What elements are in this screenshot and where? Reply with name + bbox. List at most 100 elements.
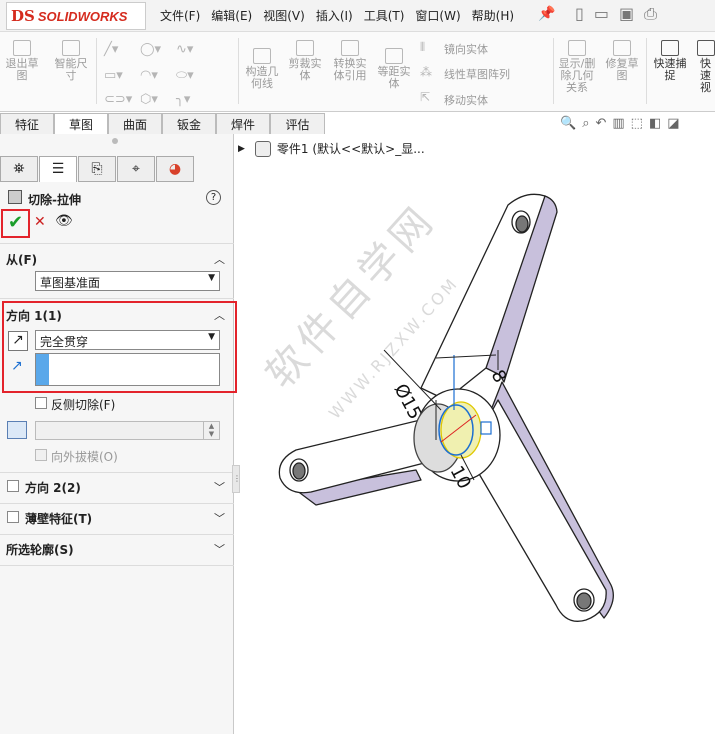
circle-tool-icon[interactable]: ◯▾ <box>140 42 161 57</box>
direction1-section-header[interactable]: 方向 1(1) <box>6 307 62 324</box>
quick-snaps-button[interactable]: 快速捕捉 <box>650 40 690 82</box>
spin-buttons[interactable]: ▲ ▼ <box>203 422 219 439</box>
polygon-tool-icon[interactable]: ⬡▾ <box>140 92 158 107</box>
tab-evaluate[interactable]: 评估 <box>270 113 325 134</box>
open-folder-icon[interactable]: ▭ <box>594 4 609 24</box>
display-style-icon[interactable]: ◧ <box>649 116 661 131</box>
quick-snaps-icon <box>661 40 679 56</box>
save-icon[interactable]: ▣ <box>619 4 634 24</box>
show-relations-button[interactable]: 显示/删除几何关系 <box>556 40 598 94</box>
line-tool-icon[interactable]: ╱▾ <box>104 42 118 57</box>
section-view-icon[interactable]: ▥ <box>612 116 624 131</box>
trim-entities-icon <box>296 40 314 56</box>
linear-pattern-button[interactable]: 线性草图阵列 <box>444 66 510 82</box>
expand-caret-icon[interactable]: ﹀ <box>214 541 225 557</box>
feature-manager-tab[interactable]: ⛯ <box>0 156 38 182</box>
cut-extrude-icon <box>8 190 22 204</box>
ribbon-separator <box>238 38 239 104</box>
offset-entities-button[interactable]: 等距实体 <box>374 48 414 90</box>
spline-tool-icon[interactable]: ∿▾ <box>176 42 193 57</box>
help-icon[interactable]: ? <box>206 190 221 205</box>
convert-entities-button[interactable]: 转换实体引用 <box>330 40 370 82</box>
exit-sketch-button[interactable]: 退出草图 <box>4 40 40 82</box>
draft-outward-label: 向外拔模(O) <box>51 450 118 464</box>
cancel-button[interactable]: ✕ <box>34 214 46 230</box>
tab-surfaces[interactable]: 曲面 <box>108 113 162 134</box>
collapse-caret-icon[interactable]: ︿ <box>214 307 225 323</box>
direction2-checkbox[interactable] <box>7 480 19 492</box>
tab-sketch[interactable]: 草图 <box>54 113 108 134</box>
tab-features[interactable]: 特征 <box>0 113 54 134</box>
rectangle-tool-icon[interactable]: ▭▾ <box>104 68 123 83</box>
configuration-manager-tab[interactable]: ⎘ <box>78 156 116 182</box>
print-icon[interactable]: ⎙ <box>644 4 657 24</box>
hide-show-icon[interactable]: ◪ <box>667 116 679 131</box>
menu-view[interactable]: 视图(V) <box>263 7 305 24</box>
expand-arrow-icon[interactable]: ▶ <box>238 144 245 154</box>
trim-entities-button[interactable]: 剪裁实体 <box>285 40 325 82</box>
previous-view-icon[interactable]: ↶ <box>595 116 606 131</box>
direction2-section-header[interactable]: 方向 2(2) <box>25 479 81 496</box>
selected-contours-section-header[interactable]: 所选轮廓(S) <box>6 541 74 558</box>
model-viewport[interactable]: Ø15 8 10 <box>236 160 715 734</box>
ribbon-separator <box>553 38 554 104</box>
display-manager-tab[interactable]: ◕ <box>156 156 194 182</box>
menu-edit[interactable]: 编辑(E) <box>211 7 252 24</box>
end-condition-select[interactable]: 完全贯穿 ▼ <box>35 330 220 350</box>
divider <box>0 472 234 473</box>
new-document-icon[interactable]: ▯ <box>575 4 584 24</box>
reverse-direction-button[interactable]: ↗ <box>8 331 28 351</box>
solidworks-logo[interactable]: DS SOLIDWORKS <box>6 2 146 30</box>
view-orientation-icon[interactable]: ⬚ <box>631 116 643 131</box>
panel-grip-dot[interactable] <box>112 138 118 144</box>
mirror-entities-button[interactable]: 镜向实体 <box>444 41 488 57</box>
zoom-area-icon[interactable]: ⌕ <box>582 116 589 131</box>
pin-icon[interactable]: 📌 <box>538 6 555 22</box>
dimxpert-manager-tab[interactable]: ⌖ <box>117 156 155 182</box>
repair-sketch-button[interactable]: 修复草图 <box>602 40 642 82</box>
offset-entities-icon <box>385 48 403 64</box>
menu-bar: 文件(F) 编辑(E) 视图(V) 插入(I) 工具(T) 窗口(W) 帮助(H… <box>160 7 525 24</box>
menu-insert[interactable]: 插入(I) <box>316 7 353 24</box>
convert-entities-icon <box>341 40 359 56</box>
part-name[interactable]: 零件1 (默认<<默认>_显... <box>277 140 425 157</box>
property-manager-tab[interactable]: ☰ <box>39 156 77 182</box>
manager-tabs: ⛯ ☰ ⎘ ⌖ ◕ <box>0 156 234 182</box>
draft-outward-checkbox[interactable] <box>35 449 47 461</box>
command-manager-tabs: 特征 草图 曲面 钣金 焊件 评估 <box>0 113 325 134</box>
thin-feature-section-header[interactable]: 薄壁特征(T) <box>25 510 92 527</box>
expand-caret-icon[interactable]: ﹀ <box>214 510 225 526</box>
tab-sheet-metal[interactable]: 钣金 <box>162 113 216 134</box>
construction-geometry-button[interactable]: 构造几何线 <box>242 48 282 90</box>
from-start-condition-select[interactable]: 草图基准面 ▼ <box>35 271 220 291</box>
rapid-view-icon <box>696 40 715 56</box>
zoom-to-fit-icon[interactable]: 🔍 <box>560 116 576 131</box>
collapse-caret-icon[interactable]: ︿ <box>214 251 225 267</box>
thin-feature-checkbox[interactable] <box>7 511 19 523</box>
slot-tool-icon[interactable]: ⊂⊃▾ <box>104 92 132 107</box>
three-arm-part[interactable] <box>278 193 614 622</box>
configuration-icon: ⎘ <box>91 161 103 177</box>
menu-file[interactable]: 文件(F) <box>160 7 200 24</box>
from-section-header[interactable]: 从(F) <box>6 251 37 268</box>
ok-button[interactable]: ✔ <box>1 209 30 238</box>
draft-icon[interactable] <box>7 421 27 439</box>
expand-caret-icon[interactable]: ﹀ <box>214 479 225 495</box>
detailed-preview-button[interactable]: 👁 <box>55 213 73 229</box>
arc-tool-icon[interactable]: ◠▾ <box>140 68 158 83</box>
fillet-tool-icon[interactable]: ╮▾ <box>176 92 190 107</box>
ellipse-tool-icon[interactable]: ⬭▾ <box>176 68 194 83</box>
menu-window[interactable]: 窗口(W) <box>415 7 460 24</box>
flip-side-to-cut-checkbox[interactable] <box>35 397 47 409</box>
rapid-view-button[interactable]: 快速视 <box>696 40 715 94</box>
property-list-icon: ☰ <box>51 161 65 177</box>
smart-dimension-button[interactable]: 智能尺寸 <box>50 40 92 82</box>
draft-angle-field[interactable]: ▲ ▼ <box>35 421 220 440</box>
logo-text: SOLIDWORKS <box>37 8 128 24</box>
move-entities-button[interactable]: 移动实体 <box>444 92 488 108</box>
menu-tools[interactable]: 工具(T) <box>364 7 405 24</box>
menu-help[interactable]: 帮助(H) <box>472 7 514 24</box>
direction-vector-selection-box[interactable] <box>35 353 220 386</box>
tab-weldments[interactable]: 焊件 <box>216 113 270 134</box>
flip-side-to-cut-label: 反侧切除(F) <box>51 398 116 412</box>
